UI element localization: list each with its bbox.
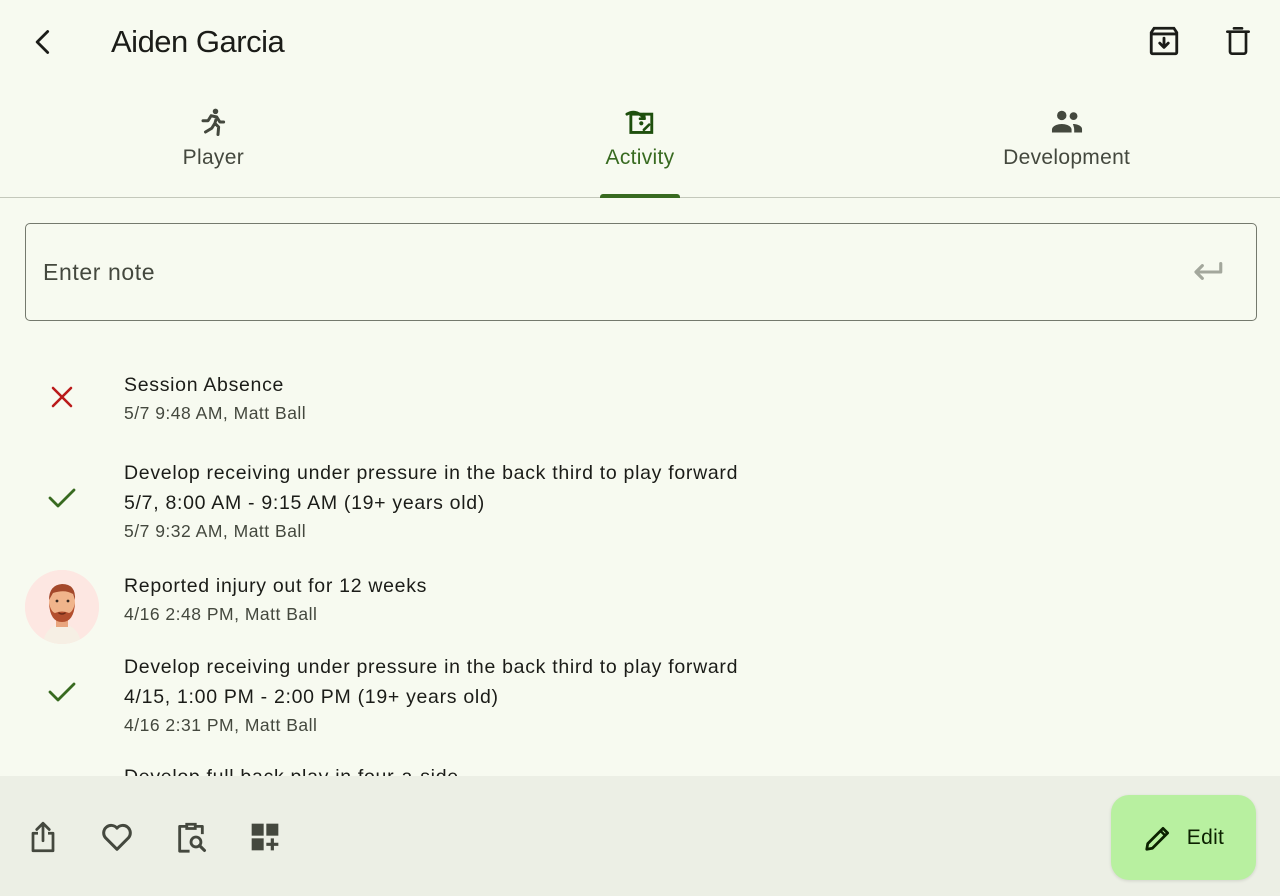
avatar-image [25,570,99,644]
activity-text: Session Absence 5/7 9:48 AM, Matt Ball [124,370,306,426]
activity-title: Develop receiving under pressure in the … [124,656,739,678]
keyboard-return-icon [1194,261,1223,280]
active-tab-indicator [600,194,680,198]
archive-button[interactable] [1143,20,1185,62]
activity-meta: 4/16 2:31 PM, Matt Ball [124,715,318,735]
activity-title: Develop full back play in four-a-side [124,762,459,776]
submit-note-button[interactable] [1188,254,1228,290]
tab-label: Player [182,146,244,169]
activity-board-icon [622,104,658,140]
activity-title: Session Absence [124,374,285,396]
check-icon [25,674,99,710]
delete-button[interactable] [1217,20,1259,62]
back-button[interactable] [22,21,64,63]
top-app-bar: Aiden Garcia [0,0,1280,84]
note-input[interactable] [43,224,1183,320]
people-icon [1049,104,1085,140]
favorite-button[interactable] [93,813,141,861]
share-icon [31,821,55,853]
pencil-icon [1145,826,1169,851]
tab-activity[interactable]: Activity [427,94,854,198]
activity-meta: 5/7 9:32 AM, Matt Ball [124,521,307,541]
app-screen: Aiden Garcia Player Activity Development… [0,0,1280,896]
close-icon [25,382,99,412]
activity-subtitle: 5/7, 8:00 AM - 9:15 AM (19+ years old) [124,492,485,514]
add-widget-button[interactable] [241,813,289,861]
activity-meta: 5/7 9:48 AM, Matt Ball [124,403,307,423]
activity-text: Develop receiving under pressure in the … [124,652,738,738]
archive-icon [1149,26,1179,56]
clipboard-search-icon [178,822,207,853]
tab-label: Development [1003,146,1131,169]
tab-label: Activity [605,146,675,169]
tab-player[interactable]: Player [0,94,427,197]
edit-label: Edit [1186,825,1225,849]
favorite-icon [102,823,132,851]
delete-icon [1226,27,1250,55]
share-button[interactable] [19,813,67,861]
activity-meta: 4/16 2:48 PM, Matt Ball [124,604,318,624]
activity-text: Develop full back play in four-a-side [124,762,459,776]
activity-title: Develop receiving under pressure in the … [124,462,739,484]
tab-development[interactable]: Development [853,94,1280,197]
note-field [25,223,1257,321]
activity-text: Develop receiving under pressure in the … [124,458,738,544]
tab-bar: Player Activity Development [0,94,1280,198]
arrow-back-icon [35,30,50,54]
page-title: Aiden Garcia [111,24,285,59]
add-widget-icon [251,823,279,851]
clipboard-search-button[interactable] [167,813,215,861]
running-person-icon [195,104,231,140]
activity-title: Reported injury out for 12 weeks [124,575,428,597]
check-icon [25,480,99,516]
edit-button[interactable]: Edit [1111,795,1256,880]
activity-text: Reported injury out for 12 weeks 4/16 2:… [124,571,427,627]
activity-list: Session Absence 5/7 9:48 AM, Matt Ball D… [0,340,1280,776]
activity-subtitle: 4/15, 1:00 PM - 2:00 PM (19+ years old) [124,686,499,708]
avatar [25,570,99,644]
